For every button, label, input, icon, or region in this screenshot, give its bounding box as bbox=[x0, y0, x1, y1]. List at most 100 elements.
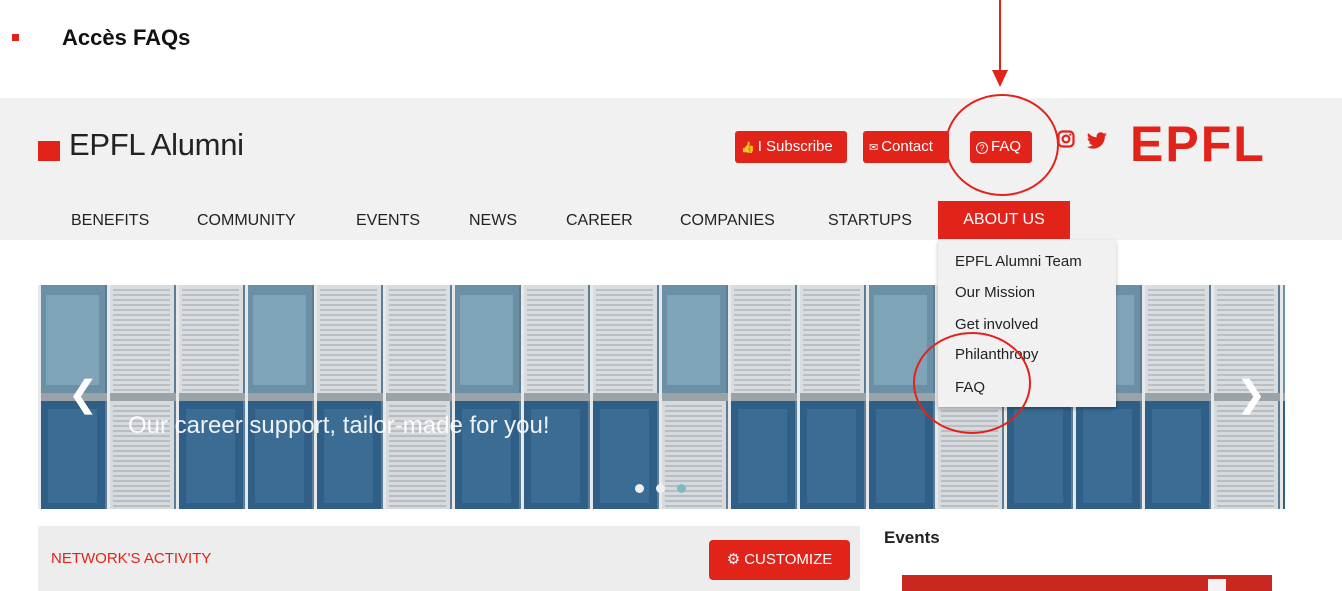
facade-panel bbox=[320, 359, 377, 361]
customize-label: CUSTOMIZE bbox=[744, 551, 833, 568]
facade-panel bbox=[734, 319, 791, 321]
customize-button[interactable]: ⚙ CUSTOMIZE bbox=[709, 540, 850, 580]
facade-panel bbox=[734, 389, 791, 391]
facade-panel bbox=[389, 304, 446, 306]
facade-panel bbox=[113, 465, 170, 467]
facade-panel bbox=[665, 480, 722, 482]
facade-panel bbox=[734, 334, 791, 336]
facade-panel bbox=[527, 344, 584, 346]
facade-panel bbox=[665, 495, 722, 497]
facade-panel bbox=[383, 285, 386, 509]
facade-panel bbox=[46, 295, 99, 385]
dropdown-item-team[interactable]: EPFL Alumni Team bbox=[955, 253, 1082, 270]
facade-panel bbox=[797, 393, 866, 401]
facade-panel bbox=[665, 420, 722, 422]
facade-panel bbox=[941, 485, 998, 487]
document-heading: Accès FAQs bbox=[62, 25, 191, 50]
facade-panel bbox=[320, 344, 377, 346]
instagram-icon[interactable] bbox=[1057, 130, 1075, 148]
facade-panel bbox=[521, 285, 524, 509]
nav-benefits[interactable]: BENEFITS bbox=[71, 212, 149, 230]
facade-panel bbox=[1217, 289, 1274, 291]
twitter-icon[interactable] bbox=[1086, 132, 1108, 150]
facade-panel bbox=[1152, 409, 1201, 503]
facade-panel bbox=[113, 319, 170, 321]
facade-panel bbox=[941, 420, 998, 422]
facade-panel bbox=[389, 314, 446, 316]
chevron-left-icon[interactable]: ❮ bbox=[68, 373, 98, 415]
dropdown-item-mission[interactable]: Our Mission bbox=[955, 284, 1035, 301]
facade-panel bbox=[1217, 455, 1274, 457]
facade-panel bbox=[320, 389, 377, 391]
contact-button[interactable]: ✉ Contact bbox=[863, 131, 949, 163]
facade-panel bbox=[389, 405, 446, 407]
facade-panel bbox=[389, 299, 446, 301]
facade-panel bbox=[596, 324, 653, 326]
facade-panel bbox=[590, 285, 593, 509]
facade-panel bbox=[389, 460, 446, 462]
facade-panel bbox=[728, 393, 797, 401]
facade-panel bbox=[734, 349, 791, 351]
facade-panel bbox=[320, 349, 377, 351]
facade-panel bbox=[1217, 460, 1274, 462]
nav-events[interactable]: EVENTS bbox=[356, 212, 420, 230]
slider-dot[interactable] bbox=[656, 484, 665, 493]
facade-panel bbox=[1217, 294, 1274, 296]
facade-panel bbox=[113, 480, 170, 482]
facade-panel bbox=[113, 304, 170, 306]
facade-panel bbox=[665, 505, 722, 507]
facade-panel bbox=[734, 324, 791, 326]
facade-panel bbox=[803, 384, 860, 386]
facade-panel bbox=[1148, 354, 1205, 356]
facade-panel bbox=[941, 415, 998, 417]
nav-news[interactable]: NEWS bbox=[469, 212, 517, 230]
facade-panel bbox=[176, 393, 245, 401]
facade-panel bbox=[182, 344, 239, 346]
facade-panel bbox=[320, 299, 377, 301]
facade-panel bbox=[667, 295, 720, 385]
nav-startups[interactable]: STARTUPS bbox=[828, 212, 912, 230]
facade-panel bbox=[866, 393, 935, 401]
subscribe-button[interactable]: 👍 I Subscribe bbox=[735, 131, 847, 163]
slider-dot[interactable] bbox=[677, 484, 686, 493]
facade-panel bbox=[596, 314, 653, 316]
facade-panel bbox=[665, 445, 722, 447]
nav-community[interactable]: COMMUNITY bbox=[197, 212, 296, 230]
facade-panel bbox=[113, 359, 170, 361]
facade-panel bbox=[176, 285, 179, 509]
facade-panel bbox=[389, 480, 446, 482]
site-logo-text[interactable]: EPFL Alumni bbox=[69, 127, 244, 163]
facade-panel bbox=[389, 500, 446, 502]
facade-panel bbox=[320, 384, 377, 386]
facade-panel bbox=[113, 450, 170, 452]
slider-dot[interactable] bbox=[635, 484, 644, 493]
facade-panel bbox=[314, 285, 317, 509]
facade-panel bbox=[734, 314, 791, 316]
chevron-right-icon[interactable]: ❯ bbox=[1236, 373, 1266, 415]
gear-icon: ⚙ bbox=[726, 551, 741, 568]
facade-panel bbox=[734, 339, 791, 341]
dropdown-item-philanthropy[interactable]: Philanthropy bbox=[955, 346, 1038, 363]
facade-panel bbox=[527, 319, 584, 321]
facade-panel bbox=[803, 389, 860, 391]
dropdown-item-faq[interactable]: FAQ bbox=[955, 379, 985, 396]
facade-panel bbox=[1217, 485, 1274, 487]
faq-button[interactable]: ? FAQ bbox=[970, 131, 1032, 163]
nav-about-us[interactable]: ABOUT US bbox=[938, 201, 1070, 239]
facade-panel bbox=[527, 334, 584, 336]
hero-caption[interactable]: Our career support, tailor-made for you! bbox=[128, 412, 550, 440]
facade-panel bbox=[1217, 304, 1274, 306]
facade-panel bbox=[182, 354, 239, 356]
facade-panel bbox=[1148, 324, 1205, 326]
facade-panel bbox=[113, 440, 170, 442]
facade-panel bbox=[803, 354, 860, 356]
nav-career[interactable]: CAREER bbox=[566, 212, 633, 230]
epfl-brand-logo[interactable]: EPFL bbox=[1130, 118, 1266, 170]
facade-panel bbox=[1148, 314, 1205, 316]
facade-panel bbox=[665, 450, 722, 452]
dropdown-item-get-involved[interactable]: Get involved bbox=[955, 316, 1038, 333]
facade-panel bbox=[665, 465, 722, 467]
facade-panel bbox=[389, 384, 446, 386]
nav-companies[interactable]: COMPANIES bbox=[680, 212, 775, 230]
facade-panel bbox=[389, 490, 446, 492]
